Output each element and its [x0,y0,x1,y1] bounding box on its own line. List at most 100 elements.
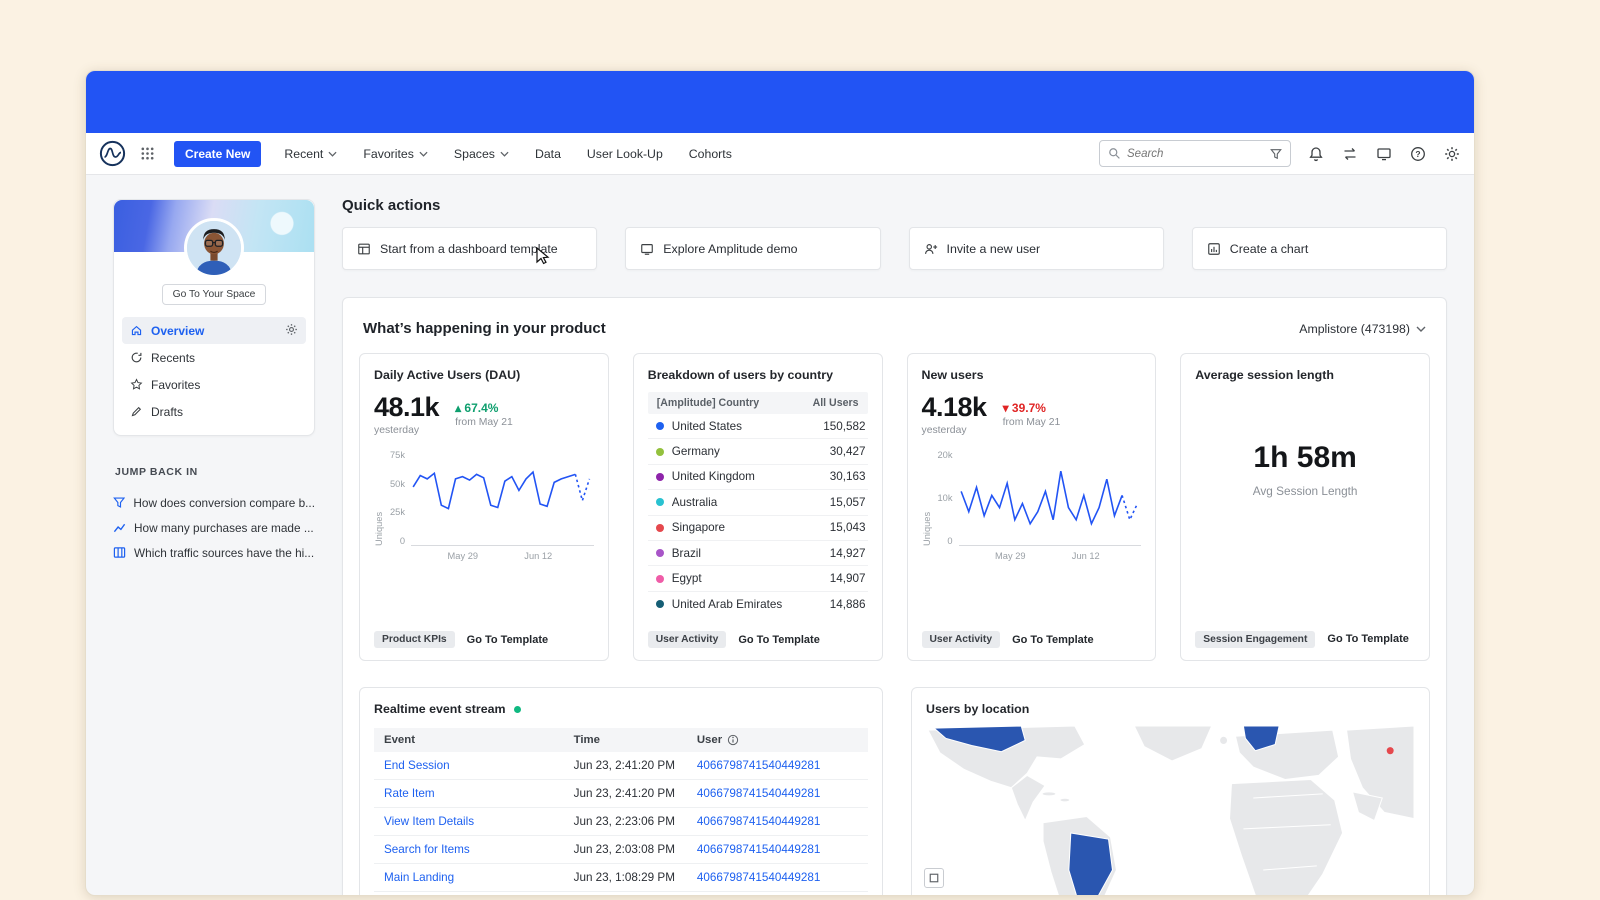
map-event-marker [1387,747,1394,754]
event-link[interactable]: View Item Details [384,815,574,828]
country-col-header: [Amplitude] Country [657,397,759,409]
pencil-icon [130,405,143,418]
sidebar-item-label: Overview [151,324,204,338]
users-by-location-card: Users by location [911,687,1430,896]
world-map[interactable] [926,726,1415,896]
nav-item-data[interactable]: Data [526,133,570,175]
country-row[interactable]: United Kingdom 30,163 [648,465,868,490]
country-tag-chip[interactable]: User Activity [648,631,727,648]
nav-item-user-look-up[interactable]: User Look-Up [578,133,672,175]
new-users-sparkline [959,450,1142,546]
new-users-tag-chip[interactable]: User Activity [922,631,1001,648]
event-table: Event Time User [374,728,868,892]
user-id-link[interactable]: 4066798741540449281 [697,787,858,800]
country-row[interactable]: United States 150,582 [648,414,868,439]
star-icon [130,378,143,391]
nav-item-recent[interactable]: Recent [275,133,346,175]
avatar[interactable] [184,218,244,278]
search-box[interactable] [1099,140,1291,167]
user-id-link[interactable]: 4066798741540449281 [697,759,858,772]
notifications-bell-icon[interactable] [1307,145,1325,163]
dau-tag-chip[interactable]: Product KPIs [374,631,455,648]
event-link[interactable]: End Session [384,759,574,772]
nav-item-label: User Look-Up [587,147,663,161]
series-dot [656,600,664,608]
bottom-cards-row: Realtime event stream Event Time User [359,687,1430,896]
country-row[interactable]: Australia 15,057 [648,490,868,515]
sidebar-item-overview[interactable]: Overview [122,317,306,344]
app-window: Create New Recent Favorites Spaces Data … [85,70,1475,896]
jump-item-purchases[interactable]: How many purchases are made ... [113,515,315,540]
map-zoom-button[interactable] [924,868,944,888]
home-icon [130,324,143,337]
invite-user-icon [924,242,938,256]
jump-item-traffic-sources[interactable]: Which traffic sources have the hi... [113,540,315,565]
sidebar-item-recents[interactable]: Recents [122,344,306,371]
quick-action-create-chart[interactable]: Create a chart [1192,227,1447,270]
recents-clock-icon [130,351,143,364]
project-selector[interactable]: Amplistore (473198) [1299,322,1426,336]
event-row: Rate Item Jun 23, 2:41:20 PM 40667987415… [374,780,868,808]
avg-session-card-title: Average session length [1195,368,1415,382]
country-breakdown-card: Breakdown of users by country [Amplitude… [633,353,883,661]
dau-value-row: 48.1k yesterday ▴ 67.4% from May 21 [374,392,594,436]
quick-action-dashboard-template[interactable]: Start from a dashboard template [342,227,597,270]
overview-settings-gear-icon[interactable] [285,323,298,339]
event-link[interactable]: Main Landing [384,871,574,884]
new-users-go-to-template-link[interactable]: Go To Template [1012,634,1094,646]
event-link[interactable]: Rate Item [384,787,574,800]
nav-item-label: Spaces [454,147,495,161]
country-card-title: Breakdown of users by country [648,368,868,382]
series-dot [656,448,664,456]
country-go-to-template-link[interactable]: Go To Template [738,634,820,646]
jump-item-label: How many purchases are made ... [134,521,314,535]
series-dot [656,422,664,430]
settings-gear-icon[interactable] [1443,145,1461,163]
user-id-link[interactable]: 4066798741540449281 [697,871,858,884]
country-row[interactable]: United Arab Emirates 14,886 [648,592,868,617]
amplitude-logo-icon[interactable] [99,140,126,167]
live-indicator-dot [514,706,521,713]
nav-item-cohorts[interactable]: Cohorts [680,133,741,175]
session-go-to-template-link[interactable]: Go To Template [1327,633,1409,645]
sidebar-item-label: Recents [151,351,195,365]
country-row[interactable]: Brazil 14,927 [648,541,868,566]
demo-browser-icon [640,242,654,256]
monitor-frame-icon[interactable] [1375,145,1393,163]
chevron-down-icon [500,151,509,157]
dau-card: Daily Active Users (DAU) 48.1k yesterday… [359,353,609,661]
new-users-period: yesterday [922,425,967,436]
help-icon[interactable]: ? [1409,145,1427,163]
app-grid-icon[interactable] [134,141,160,167]
nav-item-favorites[interactable]: Favorites [354,133,437,175]
dau-go-to-template-link[interactable]: Go To Template [467,634,549,646]
country-row[interactable]: Egypt 14,907 [648,566,868,591]
quick-action-invite-user[interactable]: Invite a new user [909,227,1164,270]
create-new-button[interactable]: Create New [174,141,261,167]
quick-action-explore-demo[interactable]: Explore Amplitude demo [625,227,880,270]
session-tag-chip[interactable]: Session Engagement [1195,631,1315,648]
sidebar-item-favorites[interactable]: Favorites [122,371,306,398]
filter-funnel-icon[interactable] [1270,148,1282,160]
profile-banner [114,200,314,252]
country-row[interactable]: Germany 30,427 [648,439,868,464]
data-sync-arrows-icon[interactable] [1341,145,1359,163]
go-to-your-space-button[interactable]: Go To Your Space [162,284,267,305]
browser-top-banner [86,71,1474,133]
project-name: Amplistore (473198) [1299,322,1410,336]
time-col-header: Time [574,734,697,746]
search-input[interactable] [1127,148,1264,160]
navbar-right: ? [1099,140,1461,167]
nav-item-spaces[interactable]: Spaces [445,133,518,175]
user-id-link[interactable]: 4066798741540449281 [697,815,858,828]
new-users-y-axis-label: Uniques [922,450,932,546]
event-row: End Session Jun 23, 2:41:20 PM 406679874… [374,752,868,780]
series-dot [656,473,664,481]
event-row: Main Landing Jun 23, 1:08:29 PM 40667987… [374,864,868,892]
sidebar-item-drafts[interactable]: Drafts [122,398,306,425]
user-id-link[interactable]: 4066798741540449281 [697,843,858,856]
user-col-header: User [697,734,858,746]
jump-item-conversion[interactable]: How does conversion compare b... [113,490,315,515]
country-row[interactable]: Singapore 15,043 [648,516,868,541]
event-link[interactable]: Search for Items [384,843,574,856]
